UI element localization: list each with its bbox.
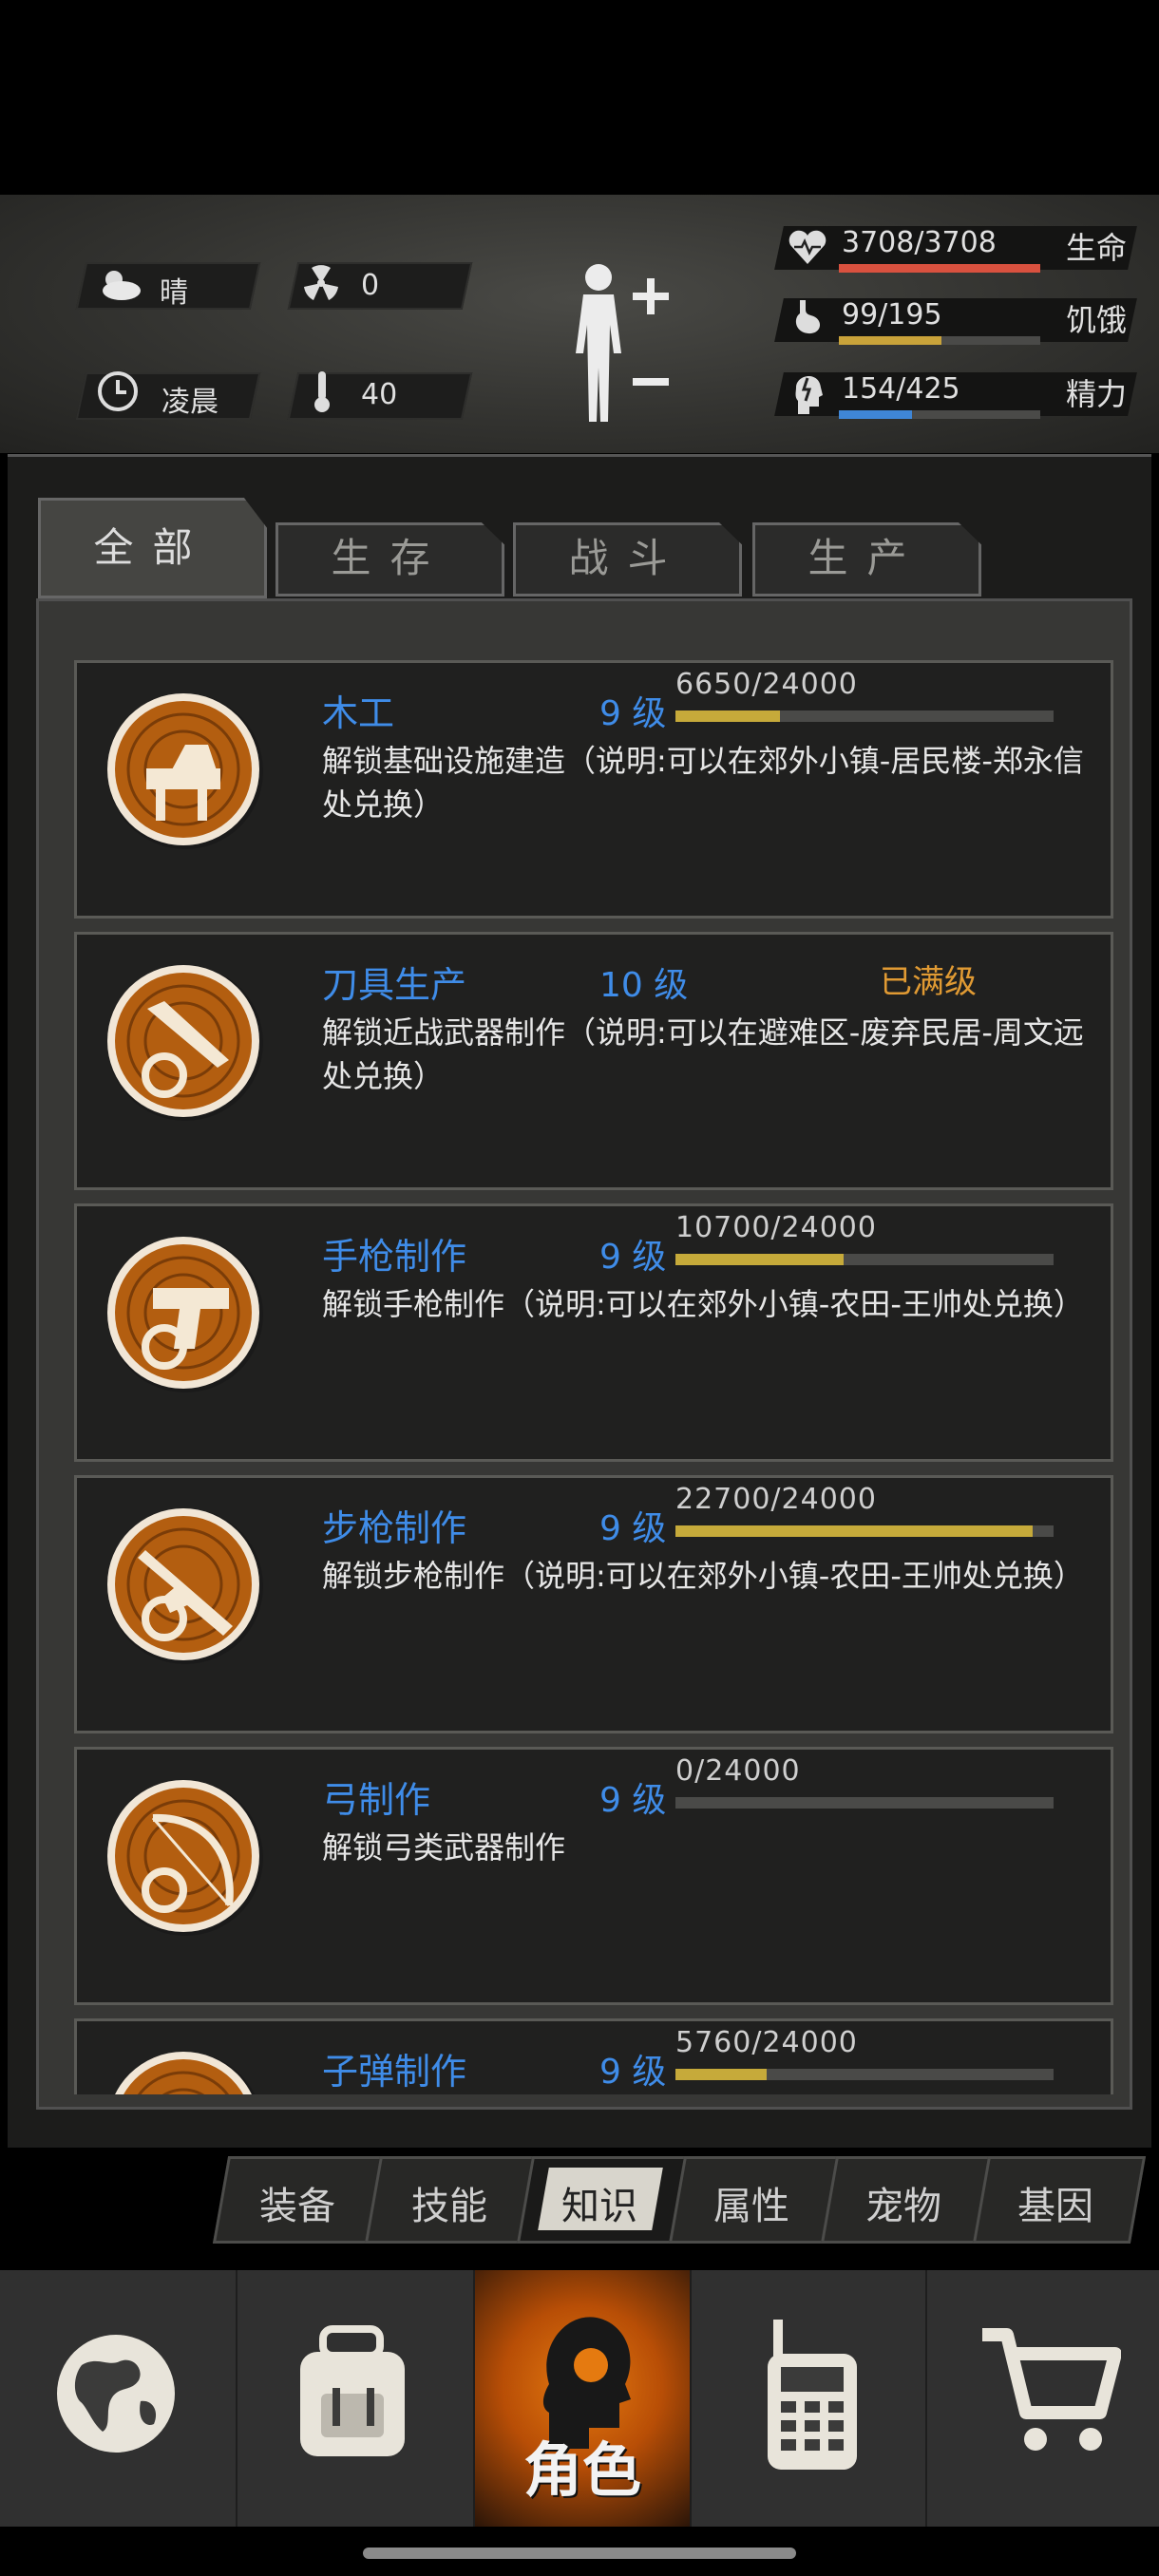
skill-level: 10 级 bbox=[599, 966, 689, 1005]
skill-progress-bar bbox=[675, 1525, 1054, 1537]
pistol-icon bbox=[107, 1237, 263, 1392]
skill-card[interactable]: 刀具生产 10 级 已满级解锁近战武器制作（说明:可以在避难区-废弃民居-周文远处兑… bbox=[74, 932, 1113, 1190]
subtab-pets-label: 宠物 bbox=[865, 2185, 941, 2228]
subtab-equipment-label: 装备 bbox=[259, 2185, 335, 2228]
hunger-bar-fill bbox=[839, 336, 941, 345]
skill-progress-fill bbox=[675, 710, 781, 722]
skill-card[interactable]: 手枪制作 9 级 10700/24000 解锁手枪制作（说明:可以在郊外小镇-农田-王… bbox=[74, 1203, 1113, 1462]
stomach-icon bbox=[795, 300, 821, 334]
skill-card[interactable]: 木工 9 级 6650/24000 解锁基础设施建造（说明:可以在郊外小镇-居民楼-郑… bbox=[74, 660, 1113, 919]
heart-icon bbox=[788, 230, 826, 264]
skill-description: 解锁手枪制作（说明:可以在郊外小镇-农田-王帅处兑换） bbox=[322, 1286, 1084, 1322]
radio-icon bbox=[768, 2320, 857, 2470]
energy-bar bbox=[839, 410, 1040, 419]
skill-description: 解锁步枪制作（说明:可以在郊外小镇-农田-王帅处兑换） bbox=[322, 1558, 1084, 1594]
skill-progress-bar bbox=[675, 1797, 1054, 1809]
temperature-text: 40 bbox=[361, 378, 398, 411]
cloud-sun-icon bbox=[103, 271, 141, 300]
skill-name: 木工 bbox=[322, 692, 395, 734]
energy-value: 154/425 bbox=[842, 372, 960, 406]
hunger-label: 饥饿 bbox=[1066, 302, 1128, 338]
skill-level: 9 级 bbox=[599, 694, 667, 733]
skill-name: 步枪制作 bbox=[322, 1507, 467, 1549]
tab-production[interactable]: 生产 bbox=[752, 522, 981, 597]
skill-maxed-label: 已满级 bbox=[880, 963, 977, 1001]
time-text: 凌晨 bbox=[162, 386, 218, 419]
health-bar bbox=[839, 264, 1040, 273]
tab-combat[interactable]: 战斗 bbox=[513, 522, 742, 597]
skill-name: 刀具生产 bbox=[322, 964, 467, 1006]
skill-card[interactable]: 弓制作 9 级 0/24000 解锁弓类武器制作 bbox=[74, 1747, 1113, 2005]
skill-name: 子弹制作 bbox=[322, 2051, 467, 2093]
health-bar-fill bbox=[839, 264, 1040, 273]
health-value: 3708/3708 bbox=[842, 226, 997, 259]
skill-progress-text: 22700/24000 bbox=[675, 1483, 877, 1516]
skill-card[interactable]: 子弹制作 9 级 5760/24000 bbox=[74, 2018, 1113, 2094]
nav-character-label: 角色 bbox=[522, 2435, 641, 2505]
globe-icon bbox=[57, 2335, 175, 2453]
subtab-skills-label: 技能 bbox=[411, 2185, 487, 2228]
skill-progress-text: 0/24000 bbox=[675, 1754, 801, 1788]
home-indicator bbox=[363, 2548, 796, 2559]
knife-icon bbox=[107, 965, 263, 1121]
skill-level: 9 级 bbox=[599, 2053, 667, 2092]
skill-progress-text: 6650/24000 bbox=[675, 668, 858, 701]
skill-level: 9 级 bbox=[599, 1781, 667, 1820]
skill-progress-fill bbox=[675, 1254, 845, 1265]
backpack-icon bbox=[300, 2325, 405, 2456]
thermometer-icon bbox=[314, 371, 330, 412]
skill-card[interactable]: 步枪制作 9 级 22700/24000 解锁步枪制作（说明:可以在郊外小镇-农田-王… bbox=[74, 1475, 1113, 1733]
clock-icon bbox=[98, 371, 138, 411]
carpentry-icon bbox=[107, 693, 263, 849]
radiation-text: 0 bbox=[361, 269, 380, 302]
cart-icon bbox=[982, 2328, 1121, 2451]
hunger-bar bbox=[839, 336, 1040, 345]
radiation-icon bbox=[304, 265, 338, 300]
skill-name: 手枪制作 bbox=[322, 1236, 467, 1278]
tab-all[interactable]: 全部 bbox=[38, 498, 267, 598]
skill-level: 9 级 bbox=[599, 1509, 667, 1548]
skill-progress-bar bbox=[675, 2069, 1054, 2080]
subtab-genes-label: 基因 bbox=[1017, 2185, 1093, 2228]
energy-label: 精力 bbox=[1066, 376, 1128, 412]
bow-icon bbox=[107, 1780, 263, 1936]
skill-description: 解锁基础设施建造（说明:可以在郊外小镇-居民楼-郑永信处兑换） bbox=[322, 743, 1084, 823]
skill-level: 9 级 bbox=[599, 1238, 667, 1277]
skill-description: 解锁弓类武器制作 bbox=[322, 1829, 566, 1866]
body-status-icon[interactable] bbox=[560, 258, 674, 425]
hunger-value: 99/195 bbox=[842, 298, 942, 331]
skill-progress-bar bbox=[675, 710, 1054, 722]
skill-progress-text: 10700/24000 bbox=[675, 1211, 877, 1244]
skill-description: 解锁近战武器制作（说明:可以在避难区-废弃民居-周文远处兑换） bbox=[322, 1014, 1084, 1094]
energy-bar-fill bbox=[839, 410, 912, 419]
skill-name: 弓制作 bbox=[322, 1779, 431, 1821]
subtab-knowledge-label: 知识 bbox=[561, 2185, 637, 2228]
skill-progress-bar bbox=[675, 1254, 1054, 1265]
skill-progress-fill bbox=[675, 2069, 767, 2080]
skill-list[interactable]: 木工 9 级 6650/24000 解锁基础设施建造（说明:可以在郊外小镇-居民楼-郑… bbox=[38, 660, 1126, 2094]
head-icon bbox=[795, 375, 823, 414]
skill-progress-text: 5760/24000 bbox=[675, 2026, 858, 2059]
skill-progress-fill bbox=[675, 1525, 1034, 1537]
tab-survival[interactable]: 生存 bbox=[276, 522, 504, 597]
subtab-attributes-label: 属性 bbox=[713, 2185, 789, 2228]
rifle-icon bbox=[107, 1508, 263, 1664]
bullet-icon bbox=[115, 2052, 256, 2094]
weather-text: 晴 bbox=[160, 276, 188, 310]
health-label: 生命 bbox=[1066, 230, 1128, 266]
